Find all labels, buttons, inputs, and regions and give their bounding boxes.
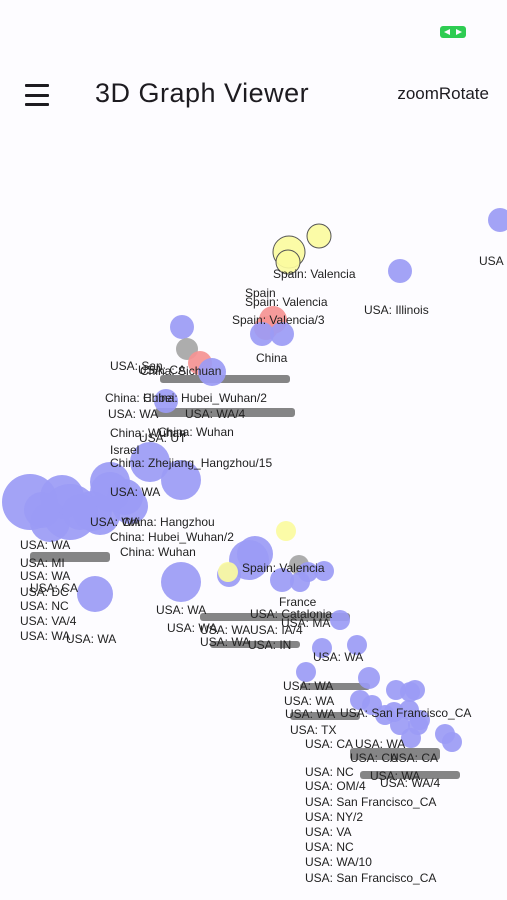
graph-node-label: USA: San Francisco_CA: [305, 871, 436, 885]
graph-node-label: USA: WA: [90, 515, 140, 529]
menu-icon[interactable]: [22, 82, 52, 108]
graph-node[interactable]: [488, 208, 507, 232]
graph-node-label: USA: IN: [248, 638, 291, 652]
graph-node-label: USA: NC: [305, 765, 354, 779]
graph-node-label: USA: WA/4: [380, 776, 441, 790]
graph-node-label: USA: NC: [305, 840, 354, 854]
graph-node-label: Spain: Valencia/3: [232, 313, 325, 327]
graph-node-label: USA: DC: [20, 585, 69, 599]
graph-node-label: China: Zhejiang_Hangzhou/15: [110, 456, 272, 470]
graph-node-label: USA: CA: [305, 737, 353, 751]
graph-node[interactable]: [276, 521, 296, 541]
graph-node-label: USA: WA: [200, 635, 250, 649]
graph-node[interactable]: [24, 492, 60, 528]
graph-node-label: USA: NC: [20, 599, 69, 613]
battery-icon: [440, 26, 466, 38]
graph-node-label: USA: TX: [290, 723, 336, 737]
status-bar: [0, 0, 507, 60]
graph-node-label: USA: WA: [108, 407, 158, 421]
graph-node[interactable]: [442, 732, 462, 752]
graph-node-label: USA: San Francisco_CA: [340, 706, 471, 720]
graph-node-label: Israel: [110, 443, 139, 457]
graph-node-label: USA: [479, 254, 504, 268]
graph-node[interactable]: [218, 562, 238, 582]
graph-node-label: USA: WA: [313, 650, 363, 664]
graph-node[interactable]: [358, 667, 380, 689]
graph-node-label: USA: WA: [110, 485, 160, 499]
menu-icon-line: [25, 103, 49, 106]
graph-node-label: USA: VA: [305, 825, 351, 839]
graph-node-label: USA: Illinois: [364, 303, 429, 317]
app-bar: 3D Graph Viewer zoomRotate: [0, 60, 507, 130]
graph-node[interactable]: [386, 680, 406, 700]
graph-node[interactable]: [330, 610, 350, 630]
graph-node-label: Spain: Valencia: [242, 561, 325, 575]
graph-node-label: USA: WA/4: [185, 407, 246, 421]
graph-node-label: USA: WA: [66, 632, 116, 646]
graph-node-label: Spain: Valencia: [245, 295, 328, 309]
graph-node-label: USA: WA: [284, 694, 334, 708]
graph-svg[interactable]: USASpain: ValenciaUSA: IllinoisSpainSpai…: [0, 130, 507, 900]
graph-node-label: China: [256, 351, 288, 365]
graph-node-label: USA: WA: [285, 707, 335, 721]
graph-node[interactable]: [388, 259, 412, 283]
menu-icon-line: [25, 93, 49, 97]
graph-node-label: USA: WA: [355, 737, 405, 751]
graph-node-label: USA: CA: [138, 363, 186, 377]
graph-node-label: USA: WA/10: [305, 855, 372, 869]
graph-node-label: China: Hubei_Wuhan/2: [143, 391, 267, 405]
graph-node-label: China: Hubei_Wuhan/2: [110, 530, 234, 544]
graph-node-label: USA: WA: [156, 603, 206, 617]
graph-node-label: USA: VA/4: [20, 614, 77, 628]
graph-canvas[interactable]: USA Spain: Valencia USA: Illinois Spain Spai…: [0, 130, 507, 900]
mode-toggle-button[interactable]: zoomRotate: [397, 84, 489, 104]
graph-node-label: USA: IA/4: [250, 623, 303, 637]
graph-node[interactable]: [77, 576, 113, 612]
graph-node-label: USA: WA: [283, 679, 333, 693]
graph-node-label: Spain: Valencia: [273, 267, 356, 281]
graph-node[interactable]: [170, 315, 194, 339]
graph-node-label: USA: San Francisco_CA: [305, 795, 436, 809]
graph-node-label: China: Wuhan: [158, 425, 234, 439]
graph-node[interactable]: [161, 562, 201, 602]
graph-node[interactable]: [405, 680, 425, 700]
page-title: 3D Graph Viewer: [95, 78, 310, 108]
menu-icon-line: [25, 84, 49, 87]
graph-node-label: USA: CA: [350, 751, 398, 765]
graph-node-label: USA: WA: [20, 538, 70, 552]
graph-node[interactable]: [306, 223, 332, 249]
graph-node-label: USA: MI: [20, 556, 65, 570]
graph-node-label: USA: WA: [20, 629, 70, 643]
graph-node-label: China: Wuhan: [120, 545, 196, 559]
graph-node-label: USA: OM/4: [305, 779, 366, 793]
graph-node-label: USA: NY/2: [305, 810, 363, 824]
